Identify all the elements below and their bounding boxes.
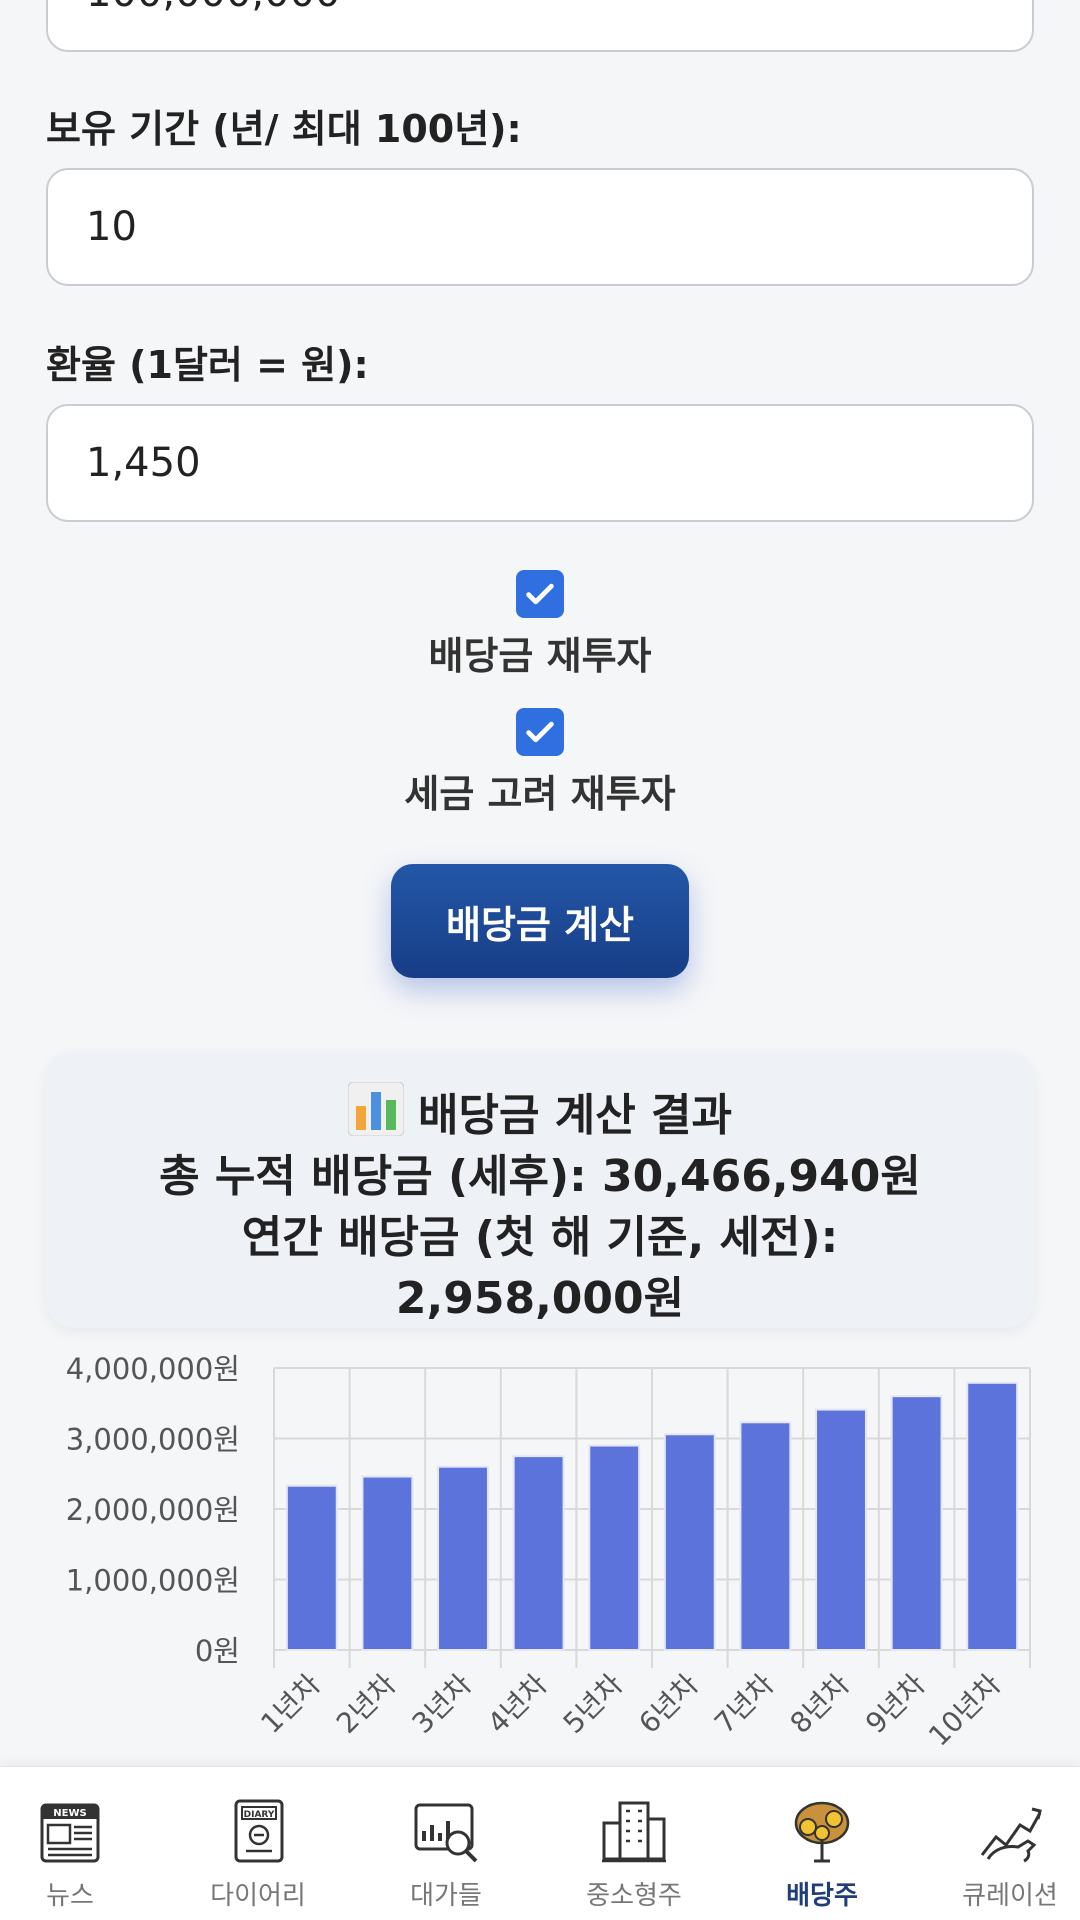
chart-bar — [663, 1433, 716, 1651]
chart-x-tick-label: 9년차 — [859, 1668, 931, 1740]
chart-x-tick-label: 5년차 — [557, 1668, 629, 1740]
nav-item-news[interactable]: NEWS 뉴스 — [0, 1767, 150, 1920]
total-dividend-text: 총 누적 배당금 (세후): 30,466,940원 — [159, 1151, 921, 1202]
bull-icon — [980, 1807, 1042, 1863]
money-tree-icon — [794, 1801, 850, 1863]
holding-period-input[interactable] — [46, 168, 1034, 286]
chart-x-tick-label: 2년차 — [330, 1668, 402, 1740]
chart-bar — [588, 1444, 641, 1651]
chart-x-tick-label: 8년차 — [784, 1668, 856, 1740]
annual-dividend-value: 2,958,000원 — [395, 1273, 685, 1324]
exchange-rate-input[interactable] — [46, 404, 1034, 522]
dividend-bar-chart: 0원 1,000,000원 2,000,000원 3,000,000원 4,000,00… — [66, 1352, 1031, 1753]
holding-period-field[interactable] — [86, 204, 1032, 250]
checkmark-icon — [526, 583, 554, 605]
chart-bar — [437, 1465, 489, 1651]
nav-label-dividend-stocks: 배당주 — [786, 1881, 858, 1911]
chart-bar — [966, 1381, 1019, 1652]
chart-x-tick-label: 1년차 — [254, 1668, 326, 1740]
nav-label-small-mid-caps: 중소형주 — [586, 1881, 682, 1911]
chart-magnifier-icon — [414, 1803, 478, 1863]
chart-x-tick-label: 6년차 — [632, 1668, 704, 1740]
nav-label-masters: 대가들 — [410, 1881, 482, 1911]
chart-y-tick-label: 3,000,000원 — [66, 1423, 240, 1457]
news-icon: NEWS — [40, 1803, 100, 1863]
tax-reinvest-checkbox[interactable] — [516, 708, 564, 756]
bottom-navigation: NEWS 뉴스 DIARY 다이어리 대가들 중소형주 배당주 큐레이션 — [0, 1766, 1080, 1920]
chart-x-tick-label: 3년차 — [406, 1668, 478, 1740]
chart-y-tick-label: 0원 — [195, 1634, 240, 1668]
nav-label-curation: 큐레이션 — [962, 1881, 1058, 1911]
bar-chart-icon — [348, 1082, 404, 1136]
svg-text:DIARY: DIARY — [244, 1810, 275, 1820]
chart-bar — [739, 1421, 792, 1651]
chart-bar — [512, 1455, 565, 1651]
nav-item-dividend-stocks[interactable]: 배당주 — [742, 1767, 902, 1920]
reinvest-label: 배당금 재투자 — [428, 634, 652, 678]
result-title-line: 배당금 계산 결과 — [46, 1082, 1034, 1146]
chart-y-tick-label: 4,000,000원 — [66, 1352, 240, 1386]
nav-item-small-mid-caps[interactable]: 중소형주 — [554, 1767, 714, 1920]
investment-amount-input[interactable] — [46, 0, 1034, 52]
nav-item-masters[interactable]: 대가들 — [366, 1767, 526, 1920]
tax-reinvest-label: 세금 고려 재투자 — [404, 772, 676, 816]
investment-amount-field[interactable] — [86, 0, 1032, 16]
nav-label-diary: 다이어리 — [210, 1881, 306, 1911]
holding-period-label: 보유 기간 (년/ 최대 100년): — [46, 107, 522, 151]
chart-x-tick-label: 4년차 — [481, 1668, 553, 1740]
chart-x-tick-label: 10년차 — [922, 1668, 1007, 1753]
result-card: 배당금 계산 결과 총 누적 배당금 (세후): 30,466,940원 연간 … — [46, 1052, 1034, 1328]
chart-x-tick-label: 7년차 — [708, 1668, 780, 1740]
nav-item-curation[interactable]: 큐레이션 — [930, 1767, 1080, 1920]
nav-item-diary[interactable]: DIARY 다이어리 — [178, 1767, 338, 1920]
checkmark-icon — [526, 721, 554, 743]
result-title: 배당금 계산 결과 — [418, 1090, 732, 1141]
exchange-rate-label: 환율 (1달러 = 원): — [46, 343, 369, 387]
svg-text:NEWS: NEWS — [53, 1808, 86, 1819]
annual-dividend-label: 연간 배당금 (첫 해 기준, 세전): — [241, 1212, 839, 1263]
exchange-rate-field[interactable] — [86, 440, 1032, 486]
nav-label-news: 뉴스 — [46, 1881, 94, 1911]
chart-bar — [361, 1475, 414, 1651]
chart-bar — [285, 1484, 338, 1651]
calculate-dividend-button[interactable]: 배당금 계산 — [391, 864, 689, 978]
chart-y-tick-label: 2,000,000원 — [66, 1493, 240, 1527]
reinvest-checkbox[interactable] — [516, 570, 564, 618]
building-icon — [602, 1801, 666, 1863]
chart-y-tick-label: 1,000,000원 — [66, 1564, 240, 1598]
chart-bar — [815, 1408, 867, 1651]
diary-icon: DIARY — [234, 1799, 284, 1863]
chart-bar — [890, 1395, 943, 1652]
